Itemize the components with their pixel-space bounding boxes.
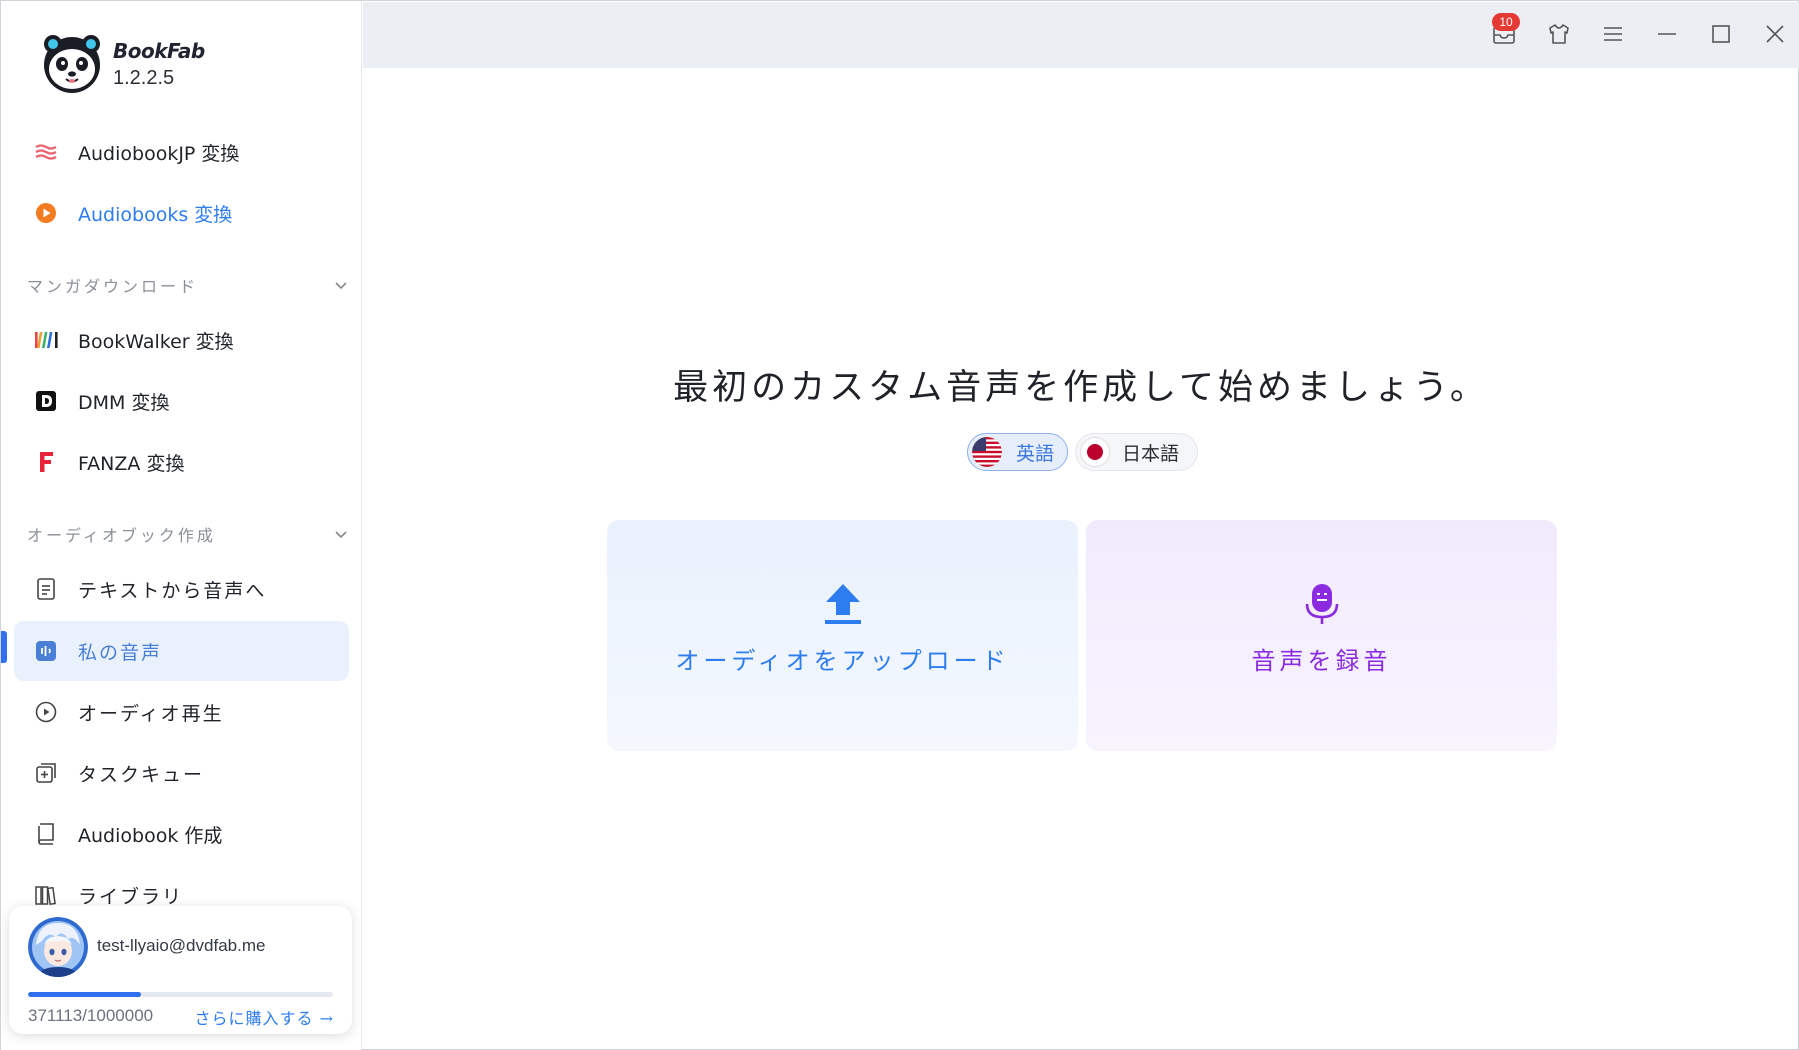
chevron-down-icon — [335, 531, 347, 539]
sidebar-item-label: AudiobookJP 変換 — [78, 142, 240, 165]
record-voice-card[interactable]: 音声を録音 — [1086, 520, 1557, 751]
sidebar-item-text-to-speech[interactable]: テキストから音声へ — [14, 559, 349, 619]
voice-icon — [34, 639, 58, 663]
close-icon — [1766, 25, 1784, 43]
sidebar-item-label: 私の音声 — [78, 641, 163, 664]
microphone-icon — [1302, 582, 1342, 626]
sidebar-item-task-queue[interactable]: タスクキュー — [14, 743, 349, 803]
menu-button[interactable] — [1599, 20, 1627, 48]
upload-icon — [823, 582, 863, 626]
sidebar-item-label: Audiobook 作成 — [78, 824, 223, 847]
sidebar-item-label: テキストから音声へ — [78, 579, 267, 602]
title-bar — [363, 2, 1799, 68]
close-button[interactable] — [1761, 20, 1789, 48]
sidebar-item-dmm[interactable]: DMM 変換 — [14, 371, 349, 431]
sidebar: BookFab 1.2.2.5 AudiobookJP 変換 Audiobook… — [1, 1, 362, 1050]
sidebar-item-audiobook-create[interactable]: Audiobook 作成 — [14, 804, 349, 864]
buy-more-link[interactable]: さらに購入する → — [195, 1005, 335, 1029]
sidebar-item-my-voice[interactable]: 私の音声 — [14, 621, 349, 681]
user-card: test-llyaio@dvdfab.me 371113/1000000 さらに… — [9, 906, 352, 1034]
sidebar-item-label: ライブラリ — [78, 885, 184, 908]
panda-logo-icon — [44, 35, 100, 93]
app-version: 1.2.2.5 — [113, 66, 175, 89]
section-audiobook-create[interactable]: オーディオブック作成 — [27, 522, 349, 546]
dmm-icon — [34, 389, 58, 413]
maximize-button[interactable] — [1707, 20, 1735, 48]
upload-audio-card[interactable]: オーディオをアップロード — [607, 520, 1078, 751]
document-icon — [34, 577, 58, 601]
skin-button[interactable] — [1545, 20, 1573, 48]
language-label: 英語 — [1016, 442, 1055, 465]
sidebar-item-audiobooks[interactable]: Audiobooks 変換 — [14, 183, 349, 243]
usage-progress-fill — [28, 992, 142, 997]
section-label: マンガダウンロード — [27, 277, 199, 296]
upload-audio-label: オーディオをアップロード — [675, 647, 1010, 675]
us-flag-icon — [972, 437, 1002, 467]
japan-flag-icon — [1080, 437, 1110, 467]
maximize-icon — [1712, 25, 1730, 43]
fanza-icon — [34, 450, 58, 474]
sidebar-item-audiobookjp[interactable]: AudiobookJP 変換 — [14, 122, 349, 182]
sidebar-item-audio-playback[interactable]: オーディオ再生 — [14, 682, 349, 742]
user-email: test-llyaio@dvdfab.me — [97, 936, 266, 955]
app-name: BookFab — [113, 38, 205, 63]
book-icon — [34, 822, 58, 846]
shirt-icon — [1549, 24, 1569, 44]
sidebar-item-label: タスクキュー — [78, 763, 205, 786]
sidebar-item-fanza[interactable]: FANZA 変換 — [14, 432, 349, 492]
audiobookjp-icon — [34, 140, 58, 164]
app-window: BookFab 1.2.2.5 AudiobookJP 変換 Audiobook… — [0, 0, 1799, 1050]
library-icon — [34, 883, 58, 907]
section-manga-download[interactable]: マンガダウンロード — [27, 273, 349, 297]
audiobooks-play-icon — [34, 201, 58, 225]
sidebar-item-label: DMM 変換 — [78, 391, 170, 414]
sidebar-item-label: FANZA 変換 — [78, 452, 185, 475]
notification-badge: 10 — [1492, 13, 1520, 31]
sidebar-item-label: BookWalker 変換 — [78, 330, 234, 353]
record-voice-label: 音声を録音 — [1251, 647, 1392, 675]
section-label: オーディオブック作成 — [27, 526, 216, 545]
sidebar-item-bookwalker[interactable]: BookWalker 変換 — [14, 310, 349, 370]
avatar[interactable] — [28, 917, 88, 977]
bookwalker-icon — [34, 328, 58, 352]
usage-text: 371113/1000000 — [28, 1006, 154, 1025]
minimize-icon — [1658, 33, 1676, 35]
brand: BookFab 1.2.2.5 — [41, 33, 205, 95]
language-option-japanese[interactable]: 日本語 — [1075, 433, 1198, 471]
task-queue-icon — [34, 761, 58, 785]
language-label: 日本語 — [1122, 442, 1180, 465]
sidebar-item-label: オーディオ再生 — [78, 702, 224, 725]
usage-progress-bar — [28, 992, 333, 997]
selected-indicator — [1, 631, 7, 663]
page-title: 最初のカスタム音声を作成して始めましょう。 — [673, 368, 1489, 408]
minimize-button[interactable] — [1653, 20, 1681, 48]
sidebar-item-label: Audiobooks 変換 — [78, 203, 233, 226]
menu-icon — [1604, 27, 1622, 41]
play-circle-icon — [34, 700, 58, 724]
language-option-english[interactable]: 英語 — [967, 433, 1068, 471]
chevron-down-icon — [335, 282, 347, 290]
